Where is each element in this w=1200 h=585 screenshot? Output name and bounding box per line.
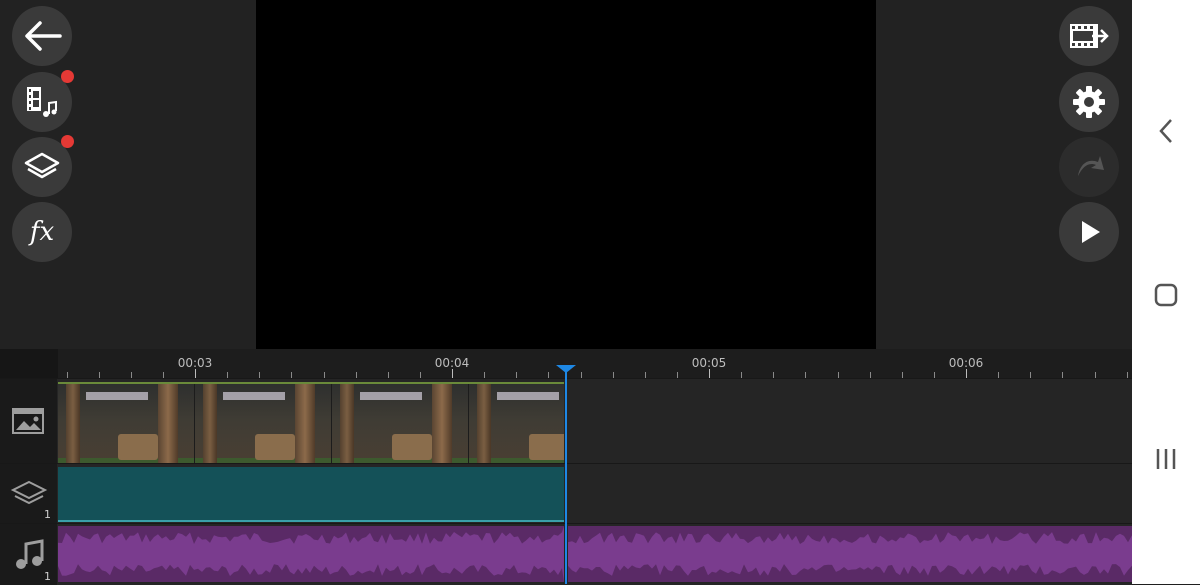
ruler-label: 00:05 [691, 356, 727, 370]
ruler-label: 00:03 [177, 356, 213, 370]
layers-icon [24, 152, 60, 179]
layer-clip[interactable] [58, 467, 564, 522]
export-button[interactable] [1059, 6, 1119, 66]
layers-button[interactable] [12, 135, 74, 197]
media-button[interactable] [12, 70, 74, 132]
notification-badge [61, 70, 74, 83]
chevron-left-icon [1159, 119, 1172, 143]
video-thumbnail [58, 384, 195, 464]
video-editor: fx 00:03 00:04 00:05 00:06 1 1 [0, 0, 1132, 585]
system-nav-bar [1132, 0, 1200, 584]
video-thumbnail [469, 384, 564, 464]
ruler-label: 00:04 [434, 356, 470, 370]
nav-home-button[interactable] [1132, 280, 1200, 310]
nav-back-button[interactable] [1132, 116, 1200, 146]
home-square-icon [1154, 283, 1178, 307]
gear-icon [1073, 86, 1105, 118]
audio-count: 1 [44, 570, 51, 583]
layer-track-header: 1 [0, 464, 57, 523]
back-button[interactable] [12, 6, 72, 66]
audio-clip[interactable] [568, 526, 1132, 582]
back-arrow-icon [25, 21, 62, 51]
fx-icon: fx [29, 217, 55, 247]
play-icon [1082, 221, 1100, 243]
ruler-tick [709, 369, 710, 378]
video-preview[interactable] [256, 0, 876, 349]
audio-track-header: 1 [0, 524, 57, 585]
recents-icon [1156, 449, 1176, 469]
film-export-icon [1070, 24, 1109, 48]
nav-recents-button[interactable] [1132, 444, 1200, 474]
undo-button[interactable] [1059, 137, 1119, 197]
effects-button[interactable]: fx [12, 202, 72, 262]
ruler-tick [966, 369, 967, 378]
ruler-label: 00:06 [948, 356, 984, 370]
video-thumbnail [195, 384, 332, 464]
notification-badge [61, 135, 74, 148]
music-note-icon [15, 538, 43, 569]
layer-count: 1 [44, 508, 51, 521]
audio-waveform [58, 526, 564, 582]
play-button[interactable] [1059, 202, 1119, 262]
audio-clip[interactable] [58, 526, 564, 582]
layers-icon [10, 480, 47, 504]
audio-waveform [568, 526, 1132, 582]
undo-icon [1078, 156, 1104, 176]
settings-button[interactable] [1059, 72, 1119, 132]
ruler-gutter [0, 349, 58, 378]
video-track-header [0, 379, 57, 463]
video-clip[interactable] [58, 382, 564, 466]
film-music-icon [27, 87, 57, 117]
ruler-tick [452, 369, 453, 378]
photo-video-icon [11, 408, 44, 434]
ruler-tick [195, 369, 196, 378]
video-thumbnail [332, 384, 469, 464]
playhead[interactable] [565, 366, 567, 584]
